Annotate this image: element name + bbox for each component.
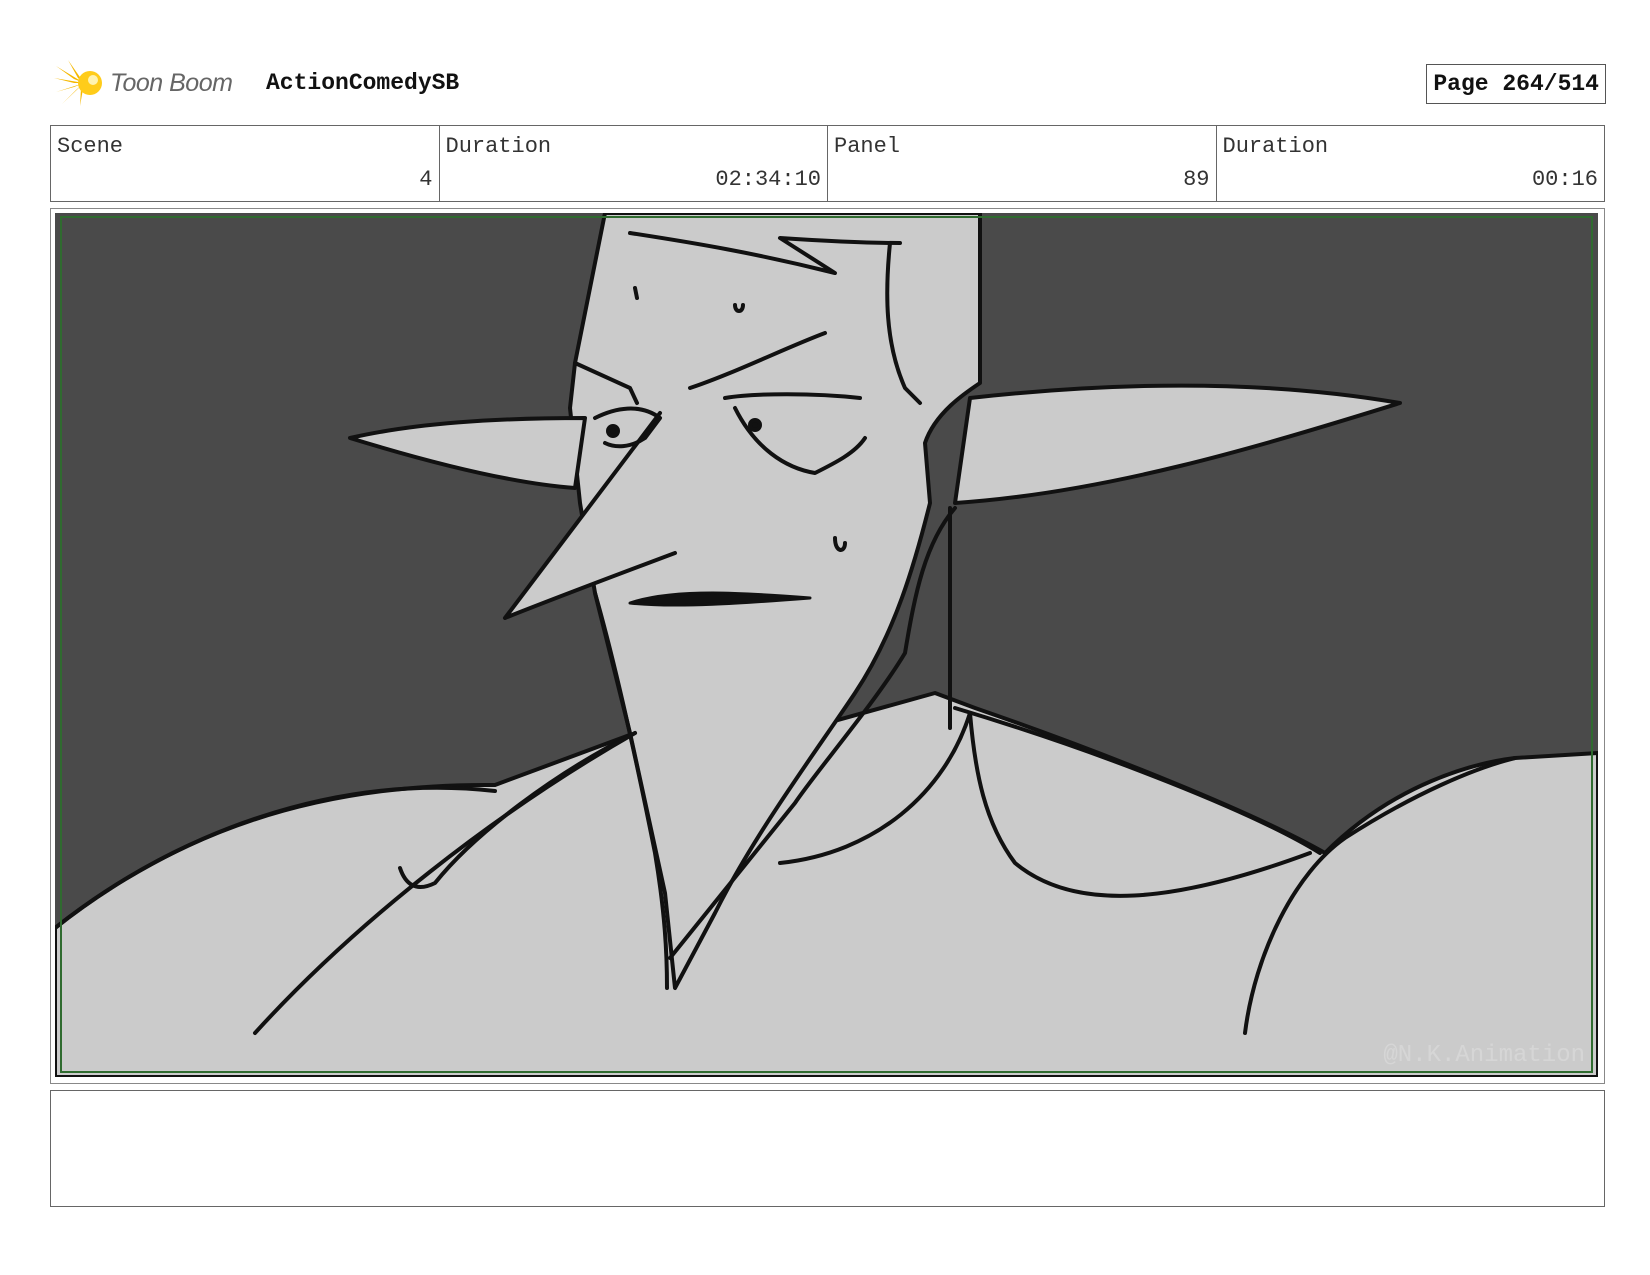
starburst-icon [54,60,102,106]
toon-boom-logo: Toon Boom [54,58,233,108]
logo-text: Toon Boom [110,68,233,97]
storyboard-panel: @N.K.Animation [50,208,1605,1084]
panel-drawing: @N.K.Animation [55,213,1598,1077]
project-title: ActionComedySB [266,70,460,96]
page-number: Page 264/514 [1426,64,1606,104]
panel-cell: Panel 89 [828,126,1217,201]
pupil-left [606,424,620,438]
pupil-right [748,418,762,432]
panel-notes[interactable] [50,1090,1605,1207]
scene-cell: Scene 4 [51,126,440,201]
scene-label: Scene [57,134,124,159]
panel-duration-label: Duration [1222,134,1329,159]
watermark: @N.K.Animation [1383,1042,1585,1069]
sweat-drop-1 [633,286,639,300]
panel-value: 89 [1183,167,1210,192]
page-header: Toon Boom ActionComedySB Page 264/514 [50,58,1606,108]
panel-info-table: Scene 4 Duration 02:34:10 Panel 89 Durat… [50,125,1605,202]
panel-label: Panel [834,134,901,159]
panel-duration-value: 00:16 [1531,167,1598,192]
scene-duration-label: Duration [445,134,552,159]
panel-duration-cell: Duration 00:16 [1217,126,1605,201]
scene-duration-cell: Duration 02:34:10 [440,126,828,201]
scene-value: 4 [419,167,433,192]
scene-duration-value: 02:34:10 [715,167,821,192]
